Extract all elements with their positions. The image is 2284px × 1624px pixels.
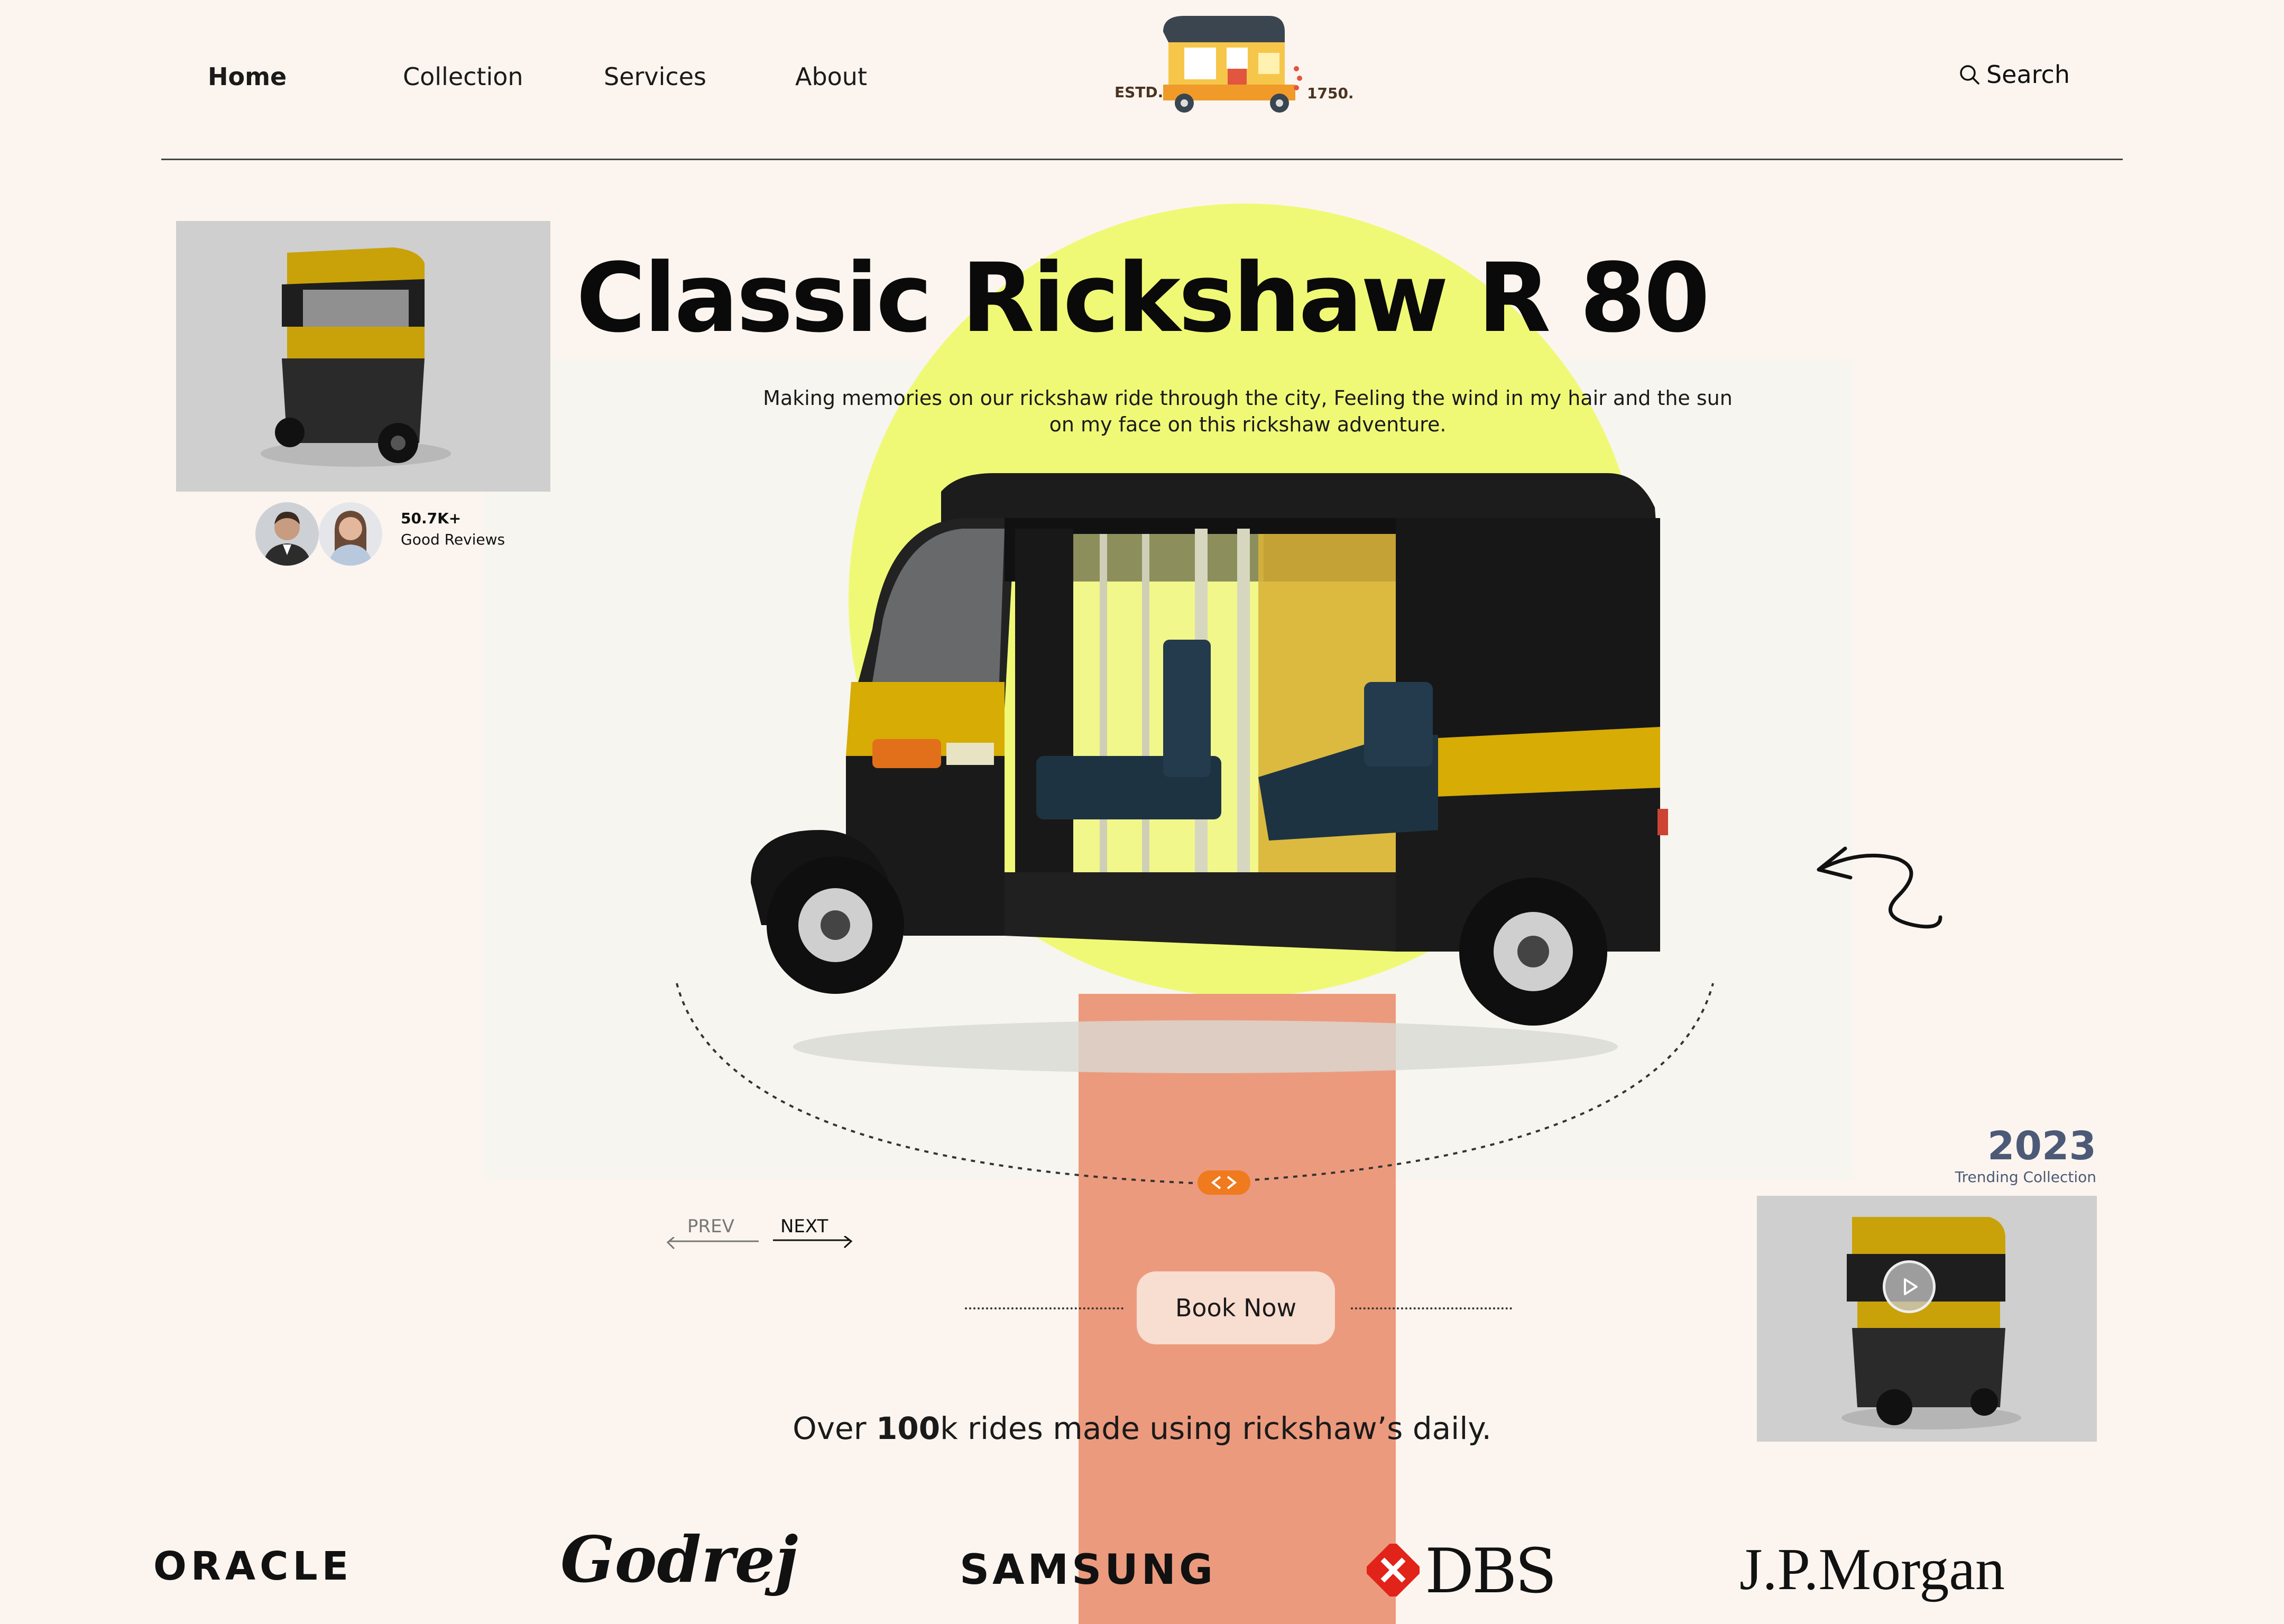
stat-suffix: k rides made using rickshaw’s daily.	[940, 1410, 1491, 1446]
stat-number: 100	[876, 1410, 941, 1446]
avatar-man-icon	[263, 512, 311, 566]
dotted-divider-left	[965, 1307, 1123, 1309]
nav-about[interactable]: About	[795, 62, 867, 91]
avatar	[255, 502, 319, 566]
arrow-left-icon	[666, 1237, 759, 1250]
search-button[interactable]: Search	[1959, 60, 2070, 89]
brand-dbs: DBS	[1425, 1536, 1557, 1607]
arrow-right-icon	[773, 1236, 853, 1249]
reviews-label: Good Reviews	[401, 531, 505, 548]
prev-label: PREV	[687, 1216, 734, 1237]
nav-divider	[161, 159, 2123, 160]
next-button[interactable]: NEXT	[773, 1216, 853, 1249]
hero-subtitle: Making memories on our rickshaw ride thr…	[763, 386, 1733, 436]
logo-estd-text: ESTD.	[1115, 84, 1164, 101]
trending-year: 2023	[1987, 1123, 2096, 1169]
dbs-logo-icon	[1367, 1544, 1420, 1597]
nav-collection[interactable]: Collection	[403, 62, 523, 91]
nav-services[interactable]: Services	[604, 62, 706, 91]
brand-samsung: SAMSUNG	[960, 1546, 1216, 1594]
trending-label: Trending Collection	[1955, 1168, 2096, 1186]
chevron-left-right-icon	[1211, 1176, 1237, 1189]
search-icon	[1960, 65, 1979, 85]
play-icon	[1904, 1278, 1918, 1295]
play-button[interactable]	[1883, 1260, 1936, 1313]
thumbnail-rickshaw-front[interactable]	[176, 221, 550, 492]
dotted-divider-right	[1351, 1307, 1512, 1309]
rickshaw-front-image	[261, 247, 451, 467]
avatar-woman-icon	[328, 511, 373, 566]
avatar	[319, 502, 382, 566]
brand-jpmorgan: J.P.Morgan	[1739, 1537, 2005, 1602]
rotate-handle[interactable]	[1198, 1170, 1250, 1195]
next-label: NEXT	[780, 1216, 828, 1237]
brand-godrej: Godrej	[560, 1522, 798, 1597]
rickshaw-main-image	[751, 473, 1668, 1073]
prev-button[interactable]: PREV	[666, 1216, 759, 1250]
book-now-button[interactable]: Book Now	[1137, 1271, 1335, 1344]
search-label: Search	[1986, 60, 2070, 89]
nav-home[interactable]: Home	[208, 62, 287, 91]
reviews-count: 50.7K+	[401, 510, 462, 527]
squiggle-arrow-icon	[1817, 846, 1942, 929]
brand-oracle: ORACLE	[153, 1544, 353, 1589]
logo-year-text: 1750.	[1307, 85, 1354, 102]
stat-prefix: Over	[793, 1410, 877, 1446]
rickshaw-angle-image	[1841, 1217, 2021, 1429]
trending-video-thumbnail[interactable]	[1757, 1196, 2097, 1442]
